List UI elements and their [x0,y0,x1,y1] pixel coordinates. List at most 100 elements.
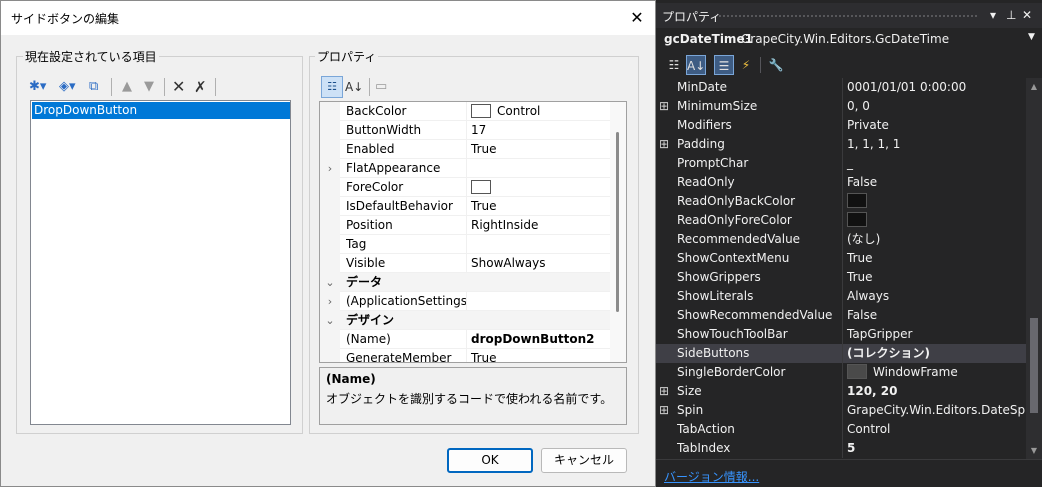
property-row[interactable]: SideButtons (コレクション) [656,344,1026,363]
chevron-down-icon[interactable]: ▼ [1028,32,1035,42]
clear-all-icon[interactable]: ✗ [194,76,207,98]
expand-icon[interactable]: ⊞ [656,135,672,154]
property-row[interactable]: Modifiers Private [656,116,1026,135]
property-value[interactable]: True [842,249,1026,268]
property-value[interactable]: dropDownButton2 [466,330,610,349]
property-row[interactable]: SingleBorderColor WindowFrame [656,363,1026,382]
property-row[interactable]: TabAction Control [656,420,1026,439]
property-value[interactable]: RightInside [466,216,610,235]
expand-icon[interactable]: ⊞ [656,401,672,420]
ok-button[interactable]: OK [447,448,533,473]
scrollbar-thumb[interactable] [616,132,619,312]
scroll-down-icon[interactable]: ▼ [1029,446,1039,455]
property-value[interactable]: False [842,306,1026,325]
property-row[interactable]: MinDate 0001/01/01 0:00:00 [656,78,1026,97]
property-value[interactable] [842,192,1026,211]
property-row[interactable]: ReadOnly False [656,173,1026,192]
property-row[interactable]: Enabled True [320,140,610,159]
property-value[interactable]: 0, 0 [842,97,1026,116]
version-info-link[interactable]: バージョン情報... [664,468,759,485]
property-row[interactable]: ⊞ Spin GrapeCity.Win.Editors.DateSpin [656,401,1026,420]
collapse-icon[interactable]: ⌄ [320,273,340,292]
property-row[interactable]: › FlatAppearance [320,159,610,178]
move-down-icon[interactable]: ▼ [144,76,154,98]
property-value[interactable] [842,211,1026,230]
property-row[interactable]: ShowTouchToolBar TapGripper [656,325,1026,344]
property-value[interactable]: Private [842,116,1026,135]
properties-scrollbar[interactable]: ▲ ▼ [1026,78,1042,459]
property-row[interactable]: ForeColor [320,178,610,197]
property-row[interactable]: ⊞ MinimumSize 0, 0 [656,97,1026,116]
property-value[interactable] [466,178,610,197]
property-row[interactable]: ShowGrippers True [656,268,1026,287]
window-menu-icon[interactable]: ▾ [990,8,996,22]
expand-icon[interactable]: › [320,159,340,178]
property-row[interactable]: GenerateMember True [320,349,610,362]
items-list[interactable]: DropDownButton [30,100,291,425]
property-value[interactable]: True [842,268,1026,287]
property-value[interactable]: ShowAlways [466,254,610,273]
property-grid[interactable]: BackColor Control ButtonWidth 17 Enabled True… [319,101,627,363]
scrollbar-thumb[interactable] [1030,318,1038,413]
property-row[interactable]: PromptChar _ [656,154,1026,173]
property-row[interactable]: ⊞ Size 120, 20 [656,382,1026,401]
property-value[interactable] [466,235,610,254]
property-value[interactable]: 1, 1, 1, 1 [842,135,1026,154]
property-value[interactable]: 0001/01/01 0:00:00 [842,78,1026,97]
categorized-icon[interactable]: ☷ [664,55,684,75]
property-row[interactable]: ShowRecommendedValue False [656,306,1026,325]
property-value[interactable]: 17 [466,121,610,140]
property-pages-icon[interactable]: 🔧 [766,55,786,75]
property-row[interactable]: ReadOnlyForeColor [656,211,1026,230]
properties-icon[interactable]: ☰ [714,55,734,75]
property-value[interactable]: TapGripper [842,325,1026,344]
events-icon[interactable]: ⚡ [736,55,756,75]
property-row[interactable]: Visible ShowAlways [320,254,610,273]
property-row[interactable]: TabIndex 5 [656,439,1026,458]
property-row[interactable]: ButtonWidth 17 [320,121,610,140]
add-item-icon[interactable]: ✱▾ [29,76,46,98]
property-value[interactable]: Control [842,420,1026,439]
pin-icon[interactable]: ⊥ [1006,8,1016,22]
property-row[interactable]: › (ApplicationSettings) [320,292,610,311]
copy-item-icon[interactable]: ⧉ [89,76,98,98]
drag-grip[interactable] [718,14,978,18]
property-value[interactable]: WindowFrame [842,363,1026,382]
property-grid-scrollbar[interactable] [610,102,626,362]
property-row[interactable]: ⊞ Padding 1, 1, 1, 1 [656,135,1026,154]
property-value[interactable]: Control [466,102,610,121]
property-row[interactable]: RecommendedValue (なし) [656,230,1026,249]
property-category[interactable]: ⌄ デザイン [320,311,610,330]
expand-icon[interactable]: › [320,292,340,311]
delete-icon[interactable]: ✕ [172,76,185,98]
close-icon[interactable]: ✕ [625,7,649,29]
categorized-icon[interactable]: ☷ [321,76,343,98]
property-row[interactable]: IsDefaultBehavior True [320,197,610,216]
property-value[interactable]: 120, 20 [842,382,1026,401]
properties-grid[interactable]: MinDate 0001/01/01 0:00:00 ⊞ MinimumSize 0, … [656,78,1042,459]
property-row[interactable]: Position RightInside [320,216,610,235]
close-icon[interactable]: ✕ [1022,8,1032,22]
alphabetical-icon[interactable]: A↓ [686,55,706,75]
property-row[interactable]: BackColor Control [320,102,610,121]
scroll-up-icon[interactable]: ▲ [1029,82,1039,91]
property-value[interactable]: (コレクション) [842,344,1026,363]
property-row[interactable]: Tag [320,235,610,254]
property-value[interactable]: True [466,349,610,362]
property-value[interactable]: 5 [842,439,1026,458]
property-category[interactable]: ⌄ データ [320,273,610,292]
move-up-icon[interactable]: ▲ [122,76,132,98]
insert-item-icon[interactable]: ◈▾ [59,76,76,98]
property-row[interactable]: ReadOnlyBackColor [656,192,1026,211]
property-row[interactable]: (Name) dropDownButton2 [320,330,610,349]
property-value[interactable]: (なし) [842,230,1026,249]
property-value[interactable] [466,292,610,311]
object-selector[interactable]: gcDateTime1 GrapeCity.Win.Editors.GcDate… [656,28,1042,50]
expand-icon[interactable]: ⊞ [656,382,672,401]
property-value[interactable]: True [466,197,610,216]
list-item[interactable]: DropDownButton [32,102,290,119]
property-value[interactable]: Always [842,287,1026,306]
property-value[interactable]: GrapeCity.Win.Editors.DateSpin [842,401,1026,420]
cancel-button[interactable]: キャンセル [541,448,627,473]
property-value[interactable]: False [842,173,1026,192]
